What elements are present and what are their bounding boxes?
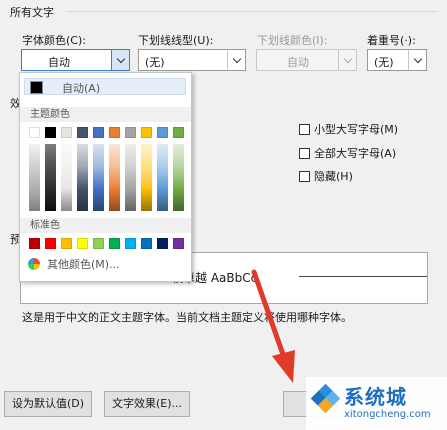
theme-color-swatch[interactable] [77, 127, 88, 138]
theme-color-column[interactable] [29, 127, 40, 211]
all-caps-checkbox[interactable]: 全部大写字母(A) [299, 145, 396, 161]
theme-color-swatch[interactable] [61, 127, 72, 138]
checkbox-box[interactable] [299, 147, 310, 159]
theme-color-shades[interactable] [173, 144, 184, 211]
theme-colors-header: 主题颜色 [20, 107, 191, 122]
underline-color-dropdown: 自动 [256, 49, 357, 71]
all-caps-label: 全部大写字母(A) [314, 147, 397, 160]
standard-colors-header: 标准色 [20, 218, 191, 233]
auto-color-label: 自动(A) [62, 82, 101, 95]
theme-color-column[interactable] [141, 127, 152, 211]
theme-color-swatch[interactable] [141, 127, 152, 138]
emphasis-label: 着重号(·): [367, 34, 416, 47]
chevron-down-icon [338, 50, 356, 70]
theme-color-shades[interactable] [157, 144, 168, 211]
palette-icon [28, 258, 40, 270]
theme-color-swatch[interactable] [173, 127, 184, 138]
watermark: 系统城 xitongcheng.com [306, 377, 447, 430]
checkbox-box[interactable] [299, 170, 310, 182]
theme-color-shades[interactable] [45, 144, 56, 211]
more-colors-option[interactable]: 其他颜色(M)... [28, 256, 120, 272]
theme-color-shades[interactable] [77, 144, 88, 211]
standard-color-swatch[interactable] [173, 238, 184, 249]
theme-color-swatch[interactable] [29, 127, 40, 138]
standard-color-swatch[interactable] [29, 238, 40, 249]
standard-color-swatch[interactable] [125, 238, 136, 249]
standard-color-swatch[interactable] [93, 238, 104, 249]
watermark-url: xitongcheng.com [344, 409, 431, 420]
standard-color-swatch[interactable] [77, 238, 88, 249]
theme-color-column[interactable] [125, 127, 136, 211]
font-color-menu: 自动(A) 主题颜色 标准色 其他颜色(M)... [19, 72, 192, 282]
font-color-dropdown[interactable]: 自动 [21, 49, 130, 71]
theme-color-column[interactable] [157, 127, 168, 211]
underline-type-dropdown[interactable]: (无) [138, 49, 246, 71]
font-color-label: 字体颜色(C): [22, 34, 86, 47]
theme-color-column[interactable] [109, 127, 120, 211]
theme-color-column[interactable] [77, 127, 88, 211]
text-effects-button[interactable]: 文字效果(E)... [104, 391, 190, 417]
theme-color-column[interactable] [61, 127, 72, 211]
standard-color-row [29, 238, 184, 249]
underline-type-value: (无) [145, 56, 165, 69]
group-divider [66, 11, 438, 12]
font-color-value: 自动 [48, 56, 70, 69]
theme-color-shades[interactable] [61, 144, 72, 211]
theme-color-swatch[interactable] [157, 127, 168, 138]
checkbox-box[interactable] [299, 123, 310, 135]
hidden-checkbox[interactable]: 隐藏(H) [299, 168, 353, 184]
theme-color-column[interactable] [173, 127, 184, 211]
section-title-all-text: 所有文字 [10, 6, 54, 19]
emphasis-dropdown[interactable]: (无) [367, 49, 427, 71]
chevron-down-icon[interactable] [111, 50, 129, 70]
underline-color-label: 下划线颜色(I): [257, 34, 328, 47]
hidden-label: 隐藏(H) [314, 170, 353, 183]
chevron-down-icon[interactable] [408, 50, 426, 70]
preview-description: 这是用于中文的正文主题字体。当前文档主题定义将使用哪种字体。 [22, 311, 352, 324]
emphasis-value: (无) [374, 56, 394, 69]
theme-color-shades[interactable] [125, 144, 136, 211]
theme-color-swatch[interactable] [125, 127, 136, 138]
small-caps-label: 小型大写字母(M) [314, 123, 399, 136]
auto-color-swatch [30, 81, 43, 94]
more-colors-label: 其他颜色(M)... [47, 258, 120, 271]
theme-color-shades[interactable] [109, 144, 120, 211]
theme-color-column[interactable] [93, 127, 104, 211]
standard-color-swatch[interactable] [157, 238, 168, 249]
chevron-down-icon[interactable] [227, 50, 245, 70]
standard-color-swatch[interactable] [61, 238, 72, 249]
theme-color-swatch[interactable] [93, 127, 104, 138]
red-arrow-icon [251, 269, 295, 383]
preview-baseline-right [299, 276, 427, 277]
theme-color-shades[interactable] [29, 144, 40, 211]
standard-color-swatch[interactable] [45, 238, 56, 249]
watermark-logo-icon [310, 383, 341, 414]
theme-color-swatch[interactable] [45, 127, 56, 138]
set-default-button[interactable]: 设为默认值(D) [4, 391, 92, 417]
standard-color-swatch[interactable] [141, 238, 152, 249]
watermark-name: 系统城 [344, 385, 407, 409]
underline-type-label: 下划线线型(U): [138, 34, 214, 47]
theme-color-column[interactable] [45, 127, 56, 211]
small-caps-checkbox[interactable]: 小型大写字母(M) [299, 121, 398, 137]
standard-color-swatch[interactable] [109, 238, 120, 249]
underline-color-value: 自动 [287, 56, 309, 69]
auto-color-option[interactable]: 自动(A) [24, 78, 186, 95]
theme-color-shades[interactable] [93, 144, 104, 211]
theme-color-shades[interactable] [141, 144, 152, 211]
theme-color-swatch[interactable] [109, 127, 120, 138]
